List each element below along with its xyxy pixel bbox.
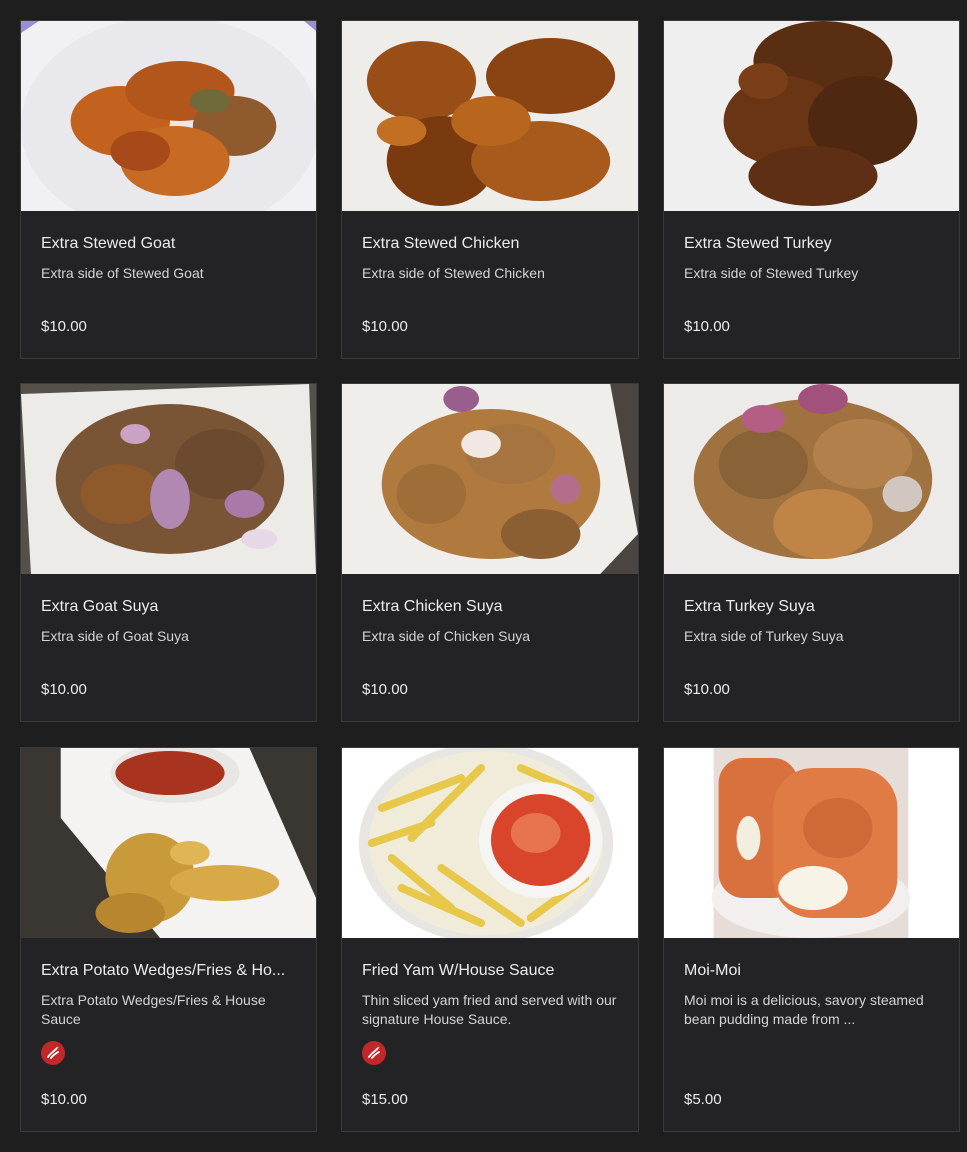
item-title: Extra Stewed Turkey	[684, 235, 832, 252]
item-title: Extra Turkey Suya	[684, 598, 815, 615]
item-description: Extra Potato Wedges/Fries & House Sauce	[41, 992, 266, 1027]
item-description: Extra side of Stewed Chicken	[362, 265, 545, 281]
item-description: Extra side of Turkey Suya	[684, 628, 844, 644]
item-price: $5.00	[684, 1091, 722, 1108]
menu-item-card[interactable]: Fried Yam W/House Sauce Thin sliced yam …	[341, 747, 639, 1132]
item-title: Fried Yam W/House Sauce	[362, 962, 555, 979]
chili-pepper-icon	[41, 1041, 65, 1065]
item-description: Thin sliced yam fried and served with ou…	[362, 992, 617, 1027]
item-description: Extra side of Chicken Suya	[362, 628, 531, 644]
menu-item-card[interactable]: Extra Stewed Goat Extra side of Stewed G…	[20, 20, 317, 359]
menu-grid: Extra Stewed Goat Extra side of Stewed G…	[0, 0, 967, 1152]
menu-item-card[interactable]: Extra Potato Wedges/Fries & Ho... Extra …	[20, 747, 317, 1132]
item-price: $10.00	[362, 318, 408, 335]
stewed-chicken-photo	[342, 21, 638, 211]
chili-pepper-icon	[362, 1041, 386, 1065]
item-title: Extra Stewed Chicken	[362, 235, 520, 252]
menu-item-card[interactable]: Extra Chicken Suya Extra side of Chicken…	[341, 383, 639, 722]
item-title: Extra Chicken Suya	[362, 598, 503, 615]
goat-suya-photo	[21, 384, 316, 574]
stewed-turkey-photo	[664, 21, 959, 211]
item-price: $10.00	[41, 681, 87, 698]
moi-moi-photo	[664, 748, 959, 938]
menu-item-card[interactable]: Extra Goat Suya Extra side of Goat Suya …	[20, 383, 317, 722]
item-title: Extra Stewed Goat	[41, 235, 176, 252]
menu-item-card[interactable]: Extra Turkey Suya Extra side of Turkey S…	[663, 383, 960, 722]
potato-wedges-photo	[21, 748, 316, 938]
item-description: Moi moi is a delicious, savory steamed b…	[684, 992, 924, 1027]
chicken-suya-photo	[342, 384, 638, 574]
item-description: Extra side of Stewed Turkey	[684, 265, 859, 281]
item-price: $10.00	[684, 681, 730, 698]
fried-yam-photo	[342, 748, 638, 938]
menu-item-card[interactable]: Extra Stewed Chicken Extra side of Stewe…	[341, 20, 639, 359]
item-title: Extra Potato Wedges/Fries & Ho...	[41, 962, 286, 979]
item-description: Extra side of Stewed Goat	[41, 265, 204, 281]
item-title: Extra Goat Suya	[41, 598, 159, 615]
item-price: $10.00	[684, 318, 730, 335]
item-price: $10.00	[41, 1091, 87, 1108]
item-price: $10.00	[41, 318, 87, 335]
stewed-goat-photo	[21, 21, 316, 211]
menu-item-card[interactable]: Moi-Moi Moi moi is a delicious, savory s…	[663, 747, 960, 1132]
item-price: $10.00	[362, 681, 408, 698]
item-price: $15.00	[362, 1091, 408, 1108]
turkey-suya-photo	[664, 384, 959, 574]
menu-item-card[interactable]: Extra Stewed Turkey Extra side of Stewed…	[663, 20, 960, 359]
item-title: Moi-Moi	[684, 962, 741, 979]
item-description: Extra side of Goat Suya	[41, 628, 189, 644]
